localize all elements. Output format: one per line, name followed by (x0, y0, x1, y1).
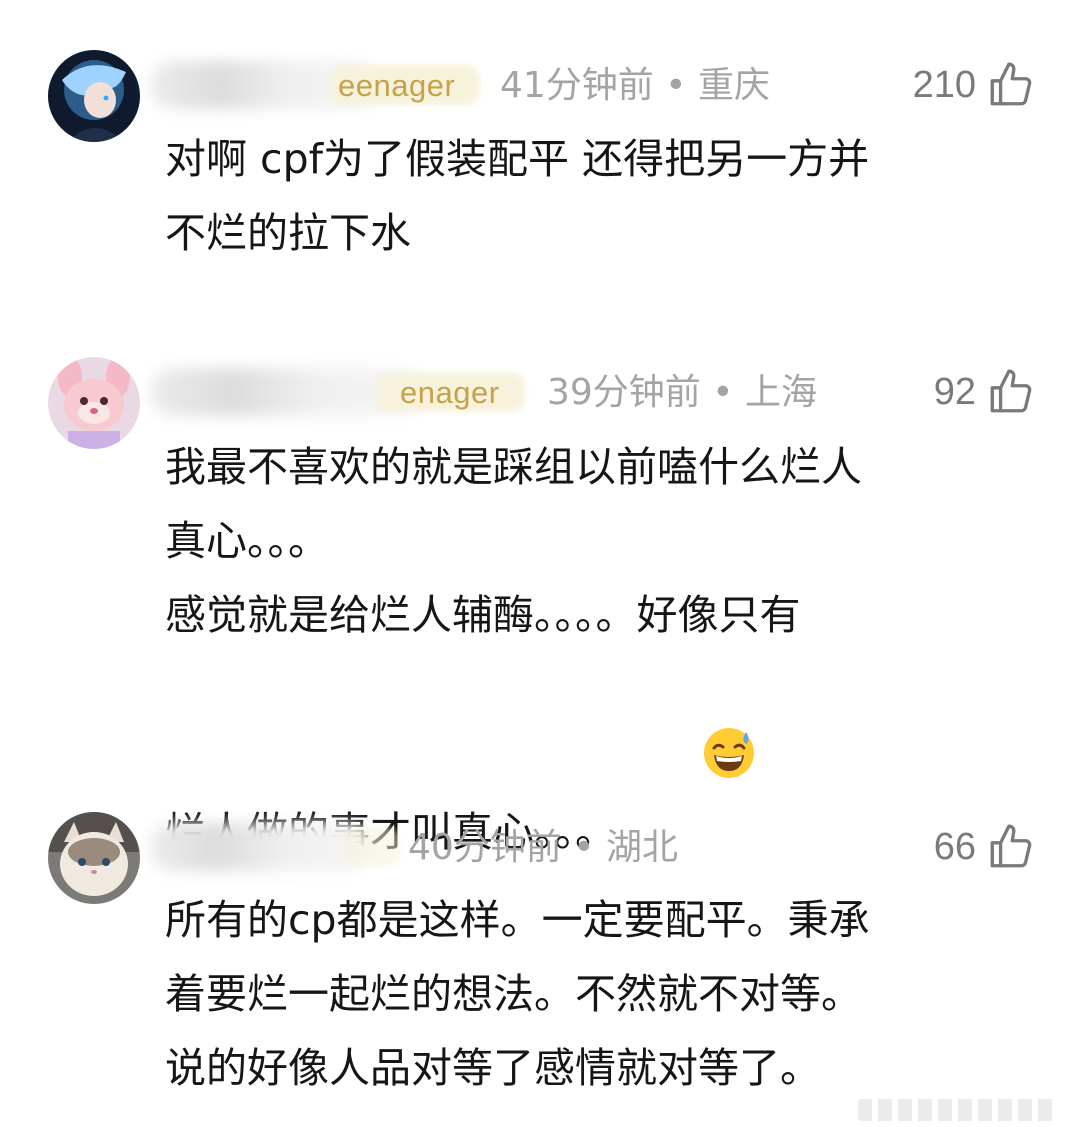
comment-meta: enager 39分钟前 • 上海 92 (150, 362, 1036, 422)
comment-line: 对啊 cpf为了假装配平 还得把另一方并 (165, 135, 870, 183)
thumbs-up-icon[interactable] (986, 367, 1036, 417)
separator: • (653, 65, 698, 106)
comment-text: 我最不喜欢的就是踩组以前嗑什么烂人真心。。。感觉就是给烂人辅酶。。。。好像只有烂… (165, 430, 1045, 877)
comment-text: 对啊 cpf为了假装配平 还得把另一方并 不烂的拉下水 (165, 122, 1045, 270)
comment-text: 所有的cp都是这样。一定要配平。秉承 着要烂一起烂的想法。不然就不对等。 说的好像人… (165, 883, 1045, 1105)
timestamp-location: 39分钟前 • 上海 (547, 372, 817, 414)
thumbs-up-icon[interactable] (986, 60, 1036, 110)
comment-line: 我最不喜欢的就是踩组以前嗑什么烂人 (165, 443, 862, 491)
comment-line: 感觉就是给烂人辅酶。。。。好像只有 (165, 591, 801, 639)
avatar[interactable] (48, 50, 140, 142)
comment-line: 说的好像人品对等了感情就对等了。 (165, 1044, 821, 1092)
like-button[interactable]: 92 (934, 364, 1036, 420)
thumbs-up-icon[interactable] (986, 822, 1036, 872)
avatar[interactable] (48, 812, 140, 904)
user-badge (340, 827, 400, 867)
location: 湖北 (605, 827, 678, 868)
like-count: 92 (933, 370, 976, 413)
separator: • (561, 827, 606, 868)
comment-line: 不烂的拉下水 (165, 209, 411, 257)
avatar[interactable] (48, 357, 140, 449)
user-badge-text: enager (400, 375, 500, 410)
comment-line: 着要烂一起烂的想法。不然就不对等。 (165, 970, 862, 1018)
like-count: 210 (912, 63, 976, 106)
timestamp-location: 41分钟前 • 重庆 (500, 65, 770, 107)
like-button[interactable]: 210 (913, 57, 1036, 113)
location: 重庆 (697, 65, 770, 106)
comment-meta: 40分钟前 • 湖北 66 (150, 817, 1036, 877)
like-button[interactable]: 66 (934, 819, 1036, 875)
username-blurred[interactable] (150, 823, 370, 871)
timestamp: 39分钟前 (547, 372, 701, 413)
comment-meta: eenager 41分钟前 • 重庆 210 (150, 55, 1036, 115)
comment-line: 所有的cp都是这样。一定要配平。秉承 (165, 896, 870, 944)
watermark (858, 1099, 1058, 1121)
timestamp: 40分钟前 (408, 827, 562, 868)
user-badge-text: eenager (338, 68, 456, 103)
timestamp-location: 40分钟前 • 湖北 (408, 827, 678, 869)
comment-line: 真心。。。 (165, 517, 329, 565)
like-count: 66 (933, 825, 976, 868)
separator: • (700, 372, 745, 413)
timestamp: 41分钟前 (500, 65, 654, 106)
location: 上海 (744, 372, 817, 413)
